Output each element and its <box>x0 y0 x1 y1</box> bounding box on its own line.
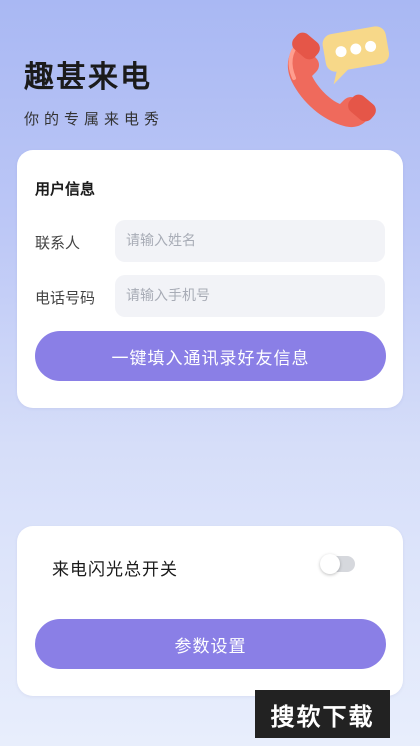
watermark-badge: 搜软下载 <box>255 690 390 738</box>
user-info-card: 用户信息 联系人 电话号码 一键填入通讯录好友信息 <box>17 150 403 408</box>
contact-name-input[interactable] <box>115 220 385 262</box>
user-info-title: 用户信息 <box>35 180 96 198</box>
phone-label: 电话号码 <box>35 289 96 307</box>
app-title: 趣甚来电 <box>24 60 152 95</box>
contact-label: 联系人 <box>35 234 81 252</box>
toggle-knob <box>320 554 340 574</box>
app-subtitle: 你的专属来电秀 <box>24 110 165 128</box>
flash-master-toggle[interactable] <box>320 554 355 574</box>
hero-illustration <box>287 26 390 128</box>
fill-from-contacts-button[interactable]: 一键填入通讯录好友信息 <box>35 331 386 381</box>
app-header: 趣甚来电 你的专属来电秀 <box>24 52 164 129</box>
flash-settings-card: 来电闪光总开关 参数设置 <box>17 526 403 696</box>
parameter-settings-button[interactable]: 参数设置 <box>35 619 386 669</box>
flash-master-switch-label: 来电闪光总开关 <box>52 560 178 580</box>
phone-number-input[interactable] <box>115 275 385 317</box>
phone-chat-bubble-icon <box>278 22 398 132</box>
